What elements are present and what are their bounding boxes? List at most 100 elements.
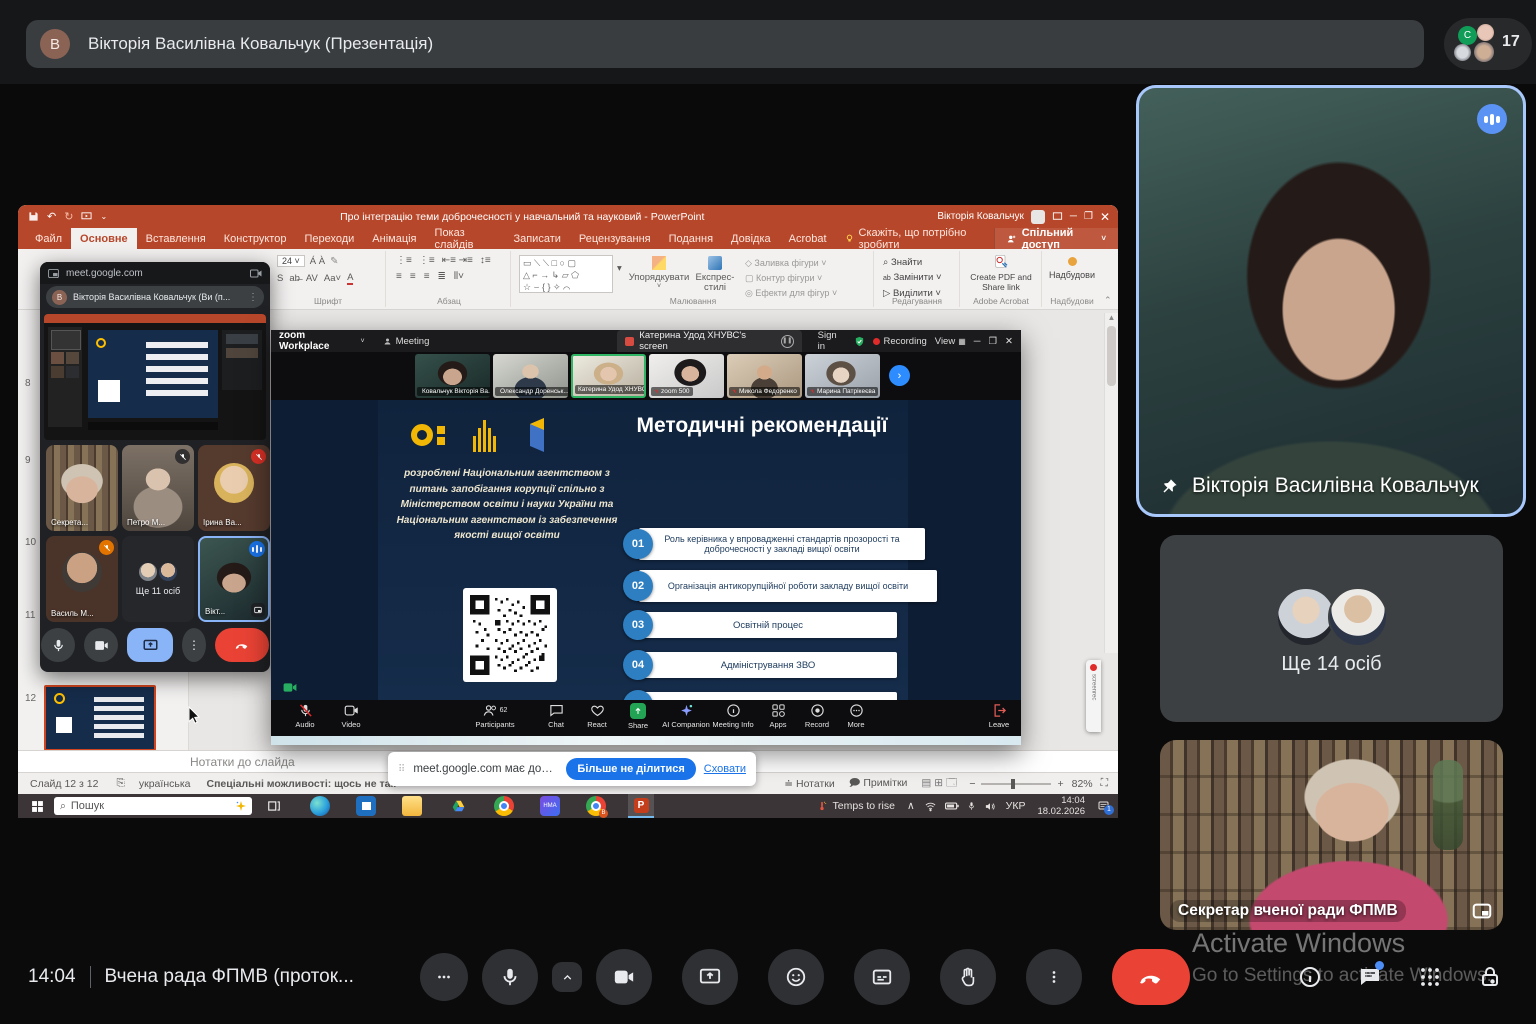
slideshow-icon[interactable]: [81, 211, 92, 222]
screenshare-main[interactable]: ↶ ↻ ⌄ Про інтеграцію теми доброчесності …: [18, 205, 1118, 818]
spacing-icon[interactable]: AV: [306, 273, 318, 284]
inner-endcall-button[interactable]: [215, 628, 269, 662]
zoom-signin[interactable]: Sign in: [818, 330, 847, 352]
language-status[interactable]: українська: [139, 778, 191, 790]
language-indicator[interactable]: УКР: [1006, 800, 1026, 812]
tab-acrobat[interactable]: Acrobat: [780, 228, 836, 249]
zoom-tile-active-speaker[interactable]: Катерина Удод ХНУВС: [571, 354, 646, 398]
gdrive-icon[interactable]: [448, 796, 468, 816]
speaker-icon[interactable]: [984, 801, 996, 812]
collapse-ribbon-icon[interactable]: ⌃: [1104, 295, 1112, 306]
flip-camera-icon[interactable]: [251, 603, 265, 617]
tab-design[interactable]: Конструктор: [215, 228, 296, 249]
start-button[interactable]: [31, 800, 44, 813]
inner-meet-window[interactable]: meet.google.com B Вікторія Василівна Ков…: [40, 262, 270, 672]
tab-slideshow[interactable]: Показ слайдів: [426, 228, 505, 249]
share-button[interactable]: Спільний доступ˅: [994, 228, 1118, 249]
participants-pill[interactable]: C 17: [1444, 18, 1532, 70]
zoom-window[interactable]: zoom Workplace˅ Meeting Катерина Удод ХН…: [271, 330, 1021, 745]
zoom-screen-tab[interactable]: Катерина Удод ХНУВС's screen ❚❚: [617, 330, 801, 352]
grow-font-icon[interactable]: А́ А̀: [310, 256, 325, 267]
find-button[interactable]: ⌕ Знайти: [883, 255, 959, 270]
notification-center-icon[interactable]: 1: [1097, 800, 1110, 812]
battery-icon[interactable]: [945, 801, 959, 811]
font-color-icon[interactable]: A: [347, 272, 353, 285]
indent-icons[interactable]: ⇤≡ ⇥≡: [442, 255, 473, 266]
zoom-more-button[interactable]: More: [824, 703, 888, 729]
close-icon[interactable]: ✕: [1100, 210, 1110, 224]
tab-record[interactable]: Записати: [504, 228, 569, 249]
zoom-level[interactable]: 82%: [1072, 778, 1093, 790]
tab-review[interactable]: Рецензування: [570, 228, 660, 249]
filmstrip-next-icon[interactable]: ›: [889, 365, 910, 386]
taskbar-search[interactable]: ⌕ Пошук: [54, 797, 252, 815]
justify-icon[interactable]: ≣: [438, 271, 446, 282]
store-icon[interactable]: [356, 796, 376, 816]
hma-icon[interactable]: HMA: [540, 796, 560, 816]
slide-thumbnail-12[interactable]: [44, 685, 156, 751]
mic-options-chevron[interactable]: [552, 962, 582, 992]
drag-handle-icon[interactable]: ⠿: [398, 764, 405, 775]
addins-button[interactable]: Надбудови: [1043, 251, 1101, 280]
case-icon[interactable]: Aa˅: [324, 273, 341, 284]
clear-format-icon[interactable]: ✎: [330, 256, 338, 267]
tab-help[interactable]: Довідка: [722, 228, 780, 249]
tile-iryna[interactable]: Ірина Ва...: [198, 445, 270, 531]
zoom-brand[interactable]: zoom Workplace˅: [279, 330, 365, 352]
tile-more-people-small[interactable]: Ще 11 осіб: [122, 536, 194, 622]
tab-transitions[interactable]: Переходи: [295, 228, 363, 249]
stop-sharing-button[interactable]: Більше не ділитися: [566, 758, 695, 780]
camera-small-icon[interactable]: [250, 269, 262, 278]
zoom-meeting-tab[interactable]: Meeting: [383, 336, 430, 347]
zoom-minimize-icon[interactable]: ─: [974, 336, 981, 347]
zoom-tile[interactable]: zoom 500: [649, 354, 724, 398]
screenrec-widget[interactable]: screenrec: [1086, 660, 1101, 732]
zoom-participants-button[interactable]: 62Participants: [463, 703, 527, 729]
shape-outline-button[interactable]: ▢ Контур фігури ˅: [745, 271, 837, 286]
raise-hand-button[interactable]: [940, 949, 996, 1005]
zoom-tile[interactable]: Ковальчук Вікторія Ва...: [415, 354, 490, 398]
align-left-icon[interactable]: ≡: [396, 271, 402, 282]
bullets-icon[interactable]: ⋮≡: [396, 255, 412, 266]
kebab-menu-icon[interactable]: ⋮: [248, 292, 258, 303]
taskbar-clock[interactable]: 14:0418.02.2026: [1037, 795, 1085, 817]
zoom-video-button[interactable]: Video: [319, 703, 383, 729]
zoom-leave-button[interactable]: Leave: [967, 703, 1031, 729]
host-controls-button[interactable]: [420, 953, 468, 1001]
save-icon[interactable]: [28, 211, 39, 222]
tile-self[interactable]: Вікт...: [198, 536, 270, 622]
inner-camera-button[interactable]: [84, 628, 118, 662]
activities-icon[interactable]: [1418, 965, 1442, 989]
comments-toggle[interactable]: 🗩 Примітки: [849, 775, 908, 793]
present-button[interactable]: [682, 949, 738, 1005]
camera-button[interactable]: [596, 949, 652, 1005]
more-options-button[interactable]: [1026, 949, 1082, 1005]
shapes-gallery-caret[interactable]: ▾: [617, 263, 622, 274]
powerpoint-taskbar-icon[interactable]: P: [628, 794, 654, 818]
user-avatar[interactable]: [1031, 210, 1045, 224]
tab-file[interactable]: Файл: [26, 228, 71, 249]
presentation-tab[interactable]: B Вікторія Василівна Ковальчук (Презента…: [26, 20, 1424, 68]
tab-insert[interactable]: Вставлення: [137, 228, 215, 249]
meeting-details-icon[interactable]: [1298, 965, 1322, 989]
shadow-icon[interactable]: ab̶: [289, 273, 300, 284]
ppt-scrollbar[interactable]: ▲: [1104, 313, 1118, 653]
replace-button[interactable]: ab Замінити ˅: [883, 270, 959, 286]
secretary-video-tile[interactable]: Секретар вченої ради ФПМВ: [1160, 740, 1503, 930]
mic-button[interactable]: [482, 949, 538, 1005]
reactions-button[interactable]: [768, 949, 824, 1005]
chrome-icon[interactable]: [494, 796, 514, 816]
tile-secretary-small[interactable]: Секрета...: [46, 445, 118, 531]
shapes-gallery[interactable]: ▭ ⟍ ⟍ □ ○ ▢△ ⌐ → ↳ ▱ ⬠☆ ⌣ { } ✧ ⌒: [519, 255, 613, 293]
pip-icon[interactable]: [1471, 900, 1493, 922]
tile-petro[interactable]: Петро М...: [122, 445, 194, 531]
host-lock-icon[interactable]: [1478, 965, 1502, 989]
zoom-tile[interactable]: Олександр Доренськ...: [493, 354, 568, 398]
shape-fill-button[interactable]: ◇ Заливка фігури ˅: [745, 256, 837, 271]
zoom-in-icon[interactable]: +: [1057, 778, 1063, 790]
weather-status[interactable]: Temps to rise: [833, 800, 895, 812]
undo-icon[interactable]: ↶: [47, 210, 56, 223]
more-people-tile[interactable]: Ще 14 осіб: [1160, 535, 1503, 722]
end-call-button[interactable]: [1112, 949, 1190, 1005]
notes-toggle[interactable]: ≐ Нотатки: [784, 778, 834, 790]
